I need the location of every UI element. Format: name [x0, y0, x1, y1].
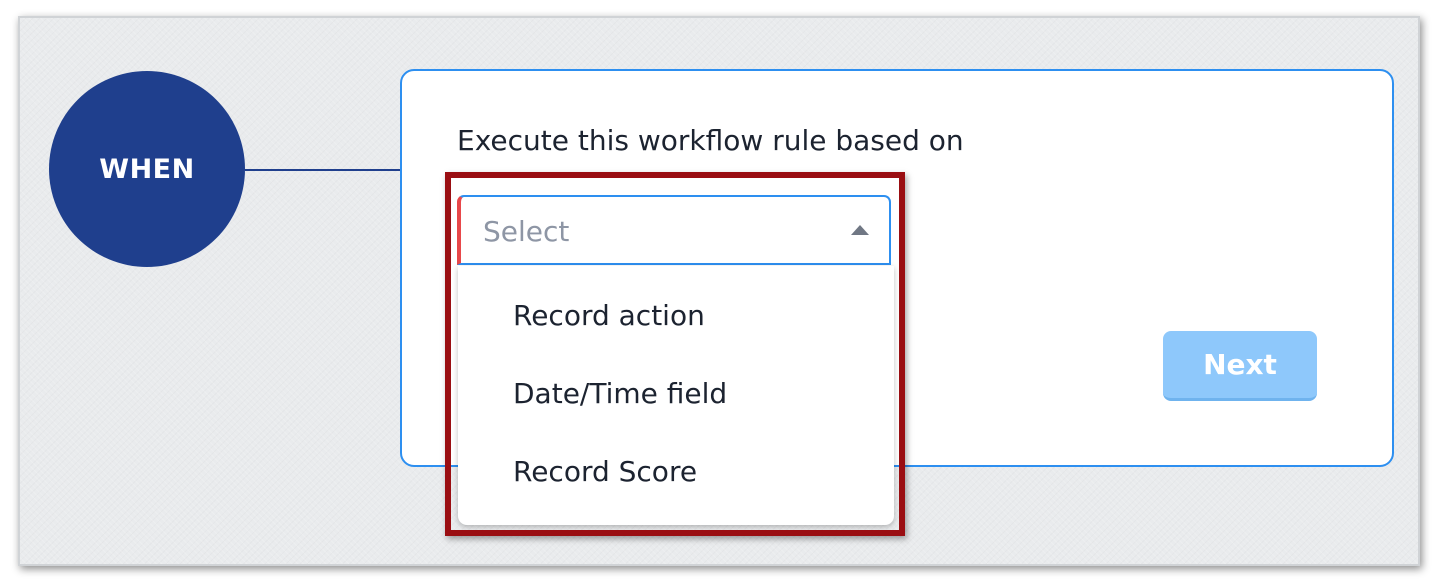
caret-up-icon[interactable] [851, 225, 869, 235]
select-placeholder: Select [483, 215, 570, 248]
connector-line [245, 169, 402, 171]
option-date-time-field[interactable]: Date/Time field [513, 377, 727, 410]
dropdown-menu: Record action Date/Time field Record Sco… [458, 266, 894, 525]
execution-basis-select[interactable]: Select [457, 195, 891, 265]
option-record-score[interactable]: Record Score [513, 455, 697, 488]
option-record-action[interactable]: Record action [513, 299, 705, 332]
next-button[interactable]: Next [1163, 331, 1317, 401]
prompt-label: Execute this workflow rule based on [457, 124, 964, 157]
when-node: WHEN [49, 71, 245, 267]
when-label: WHEN [99, 153, 195, 185]
